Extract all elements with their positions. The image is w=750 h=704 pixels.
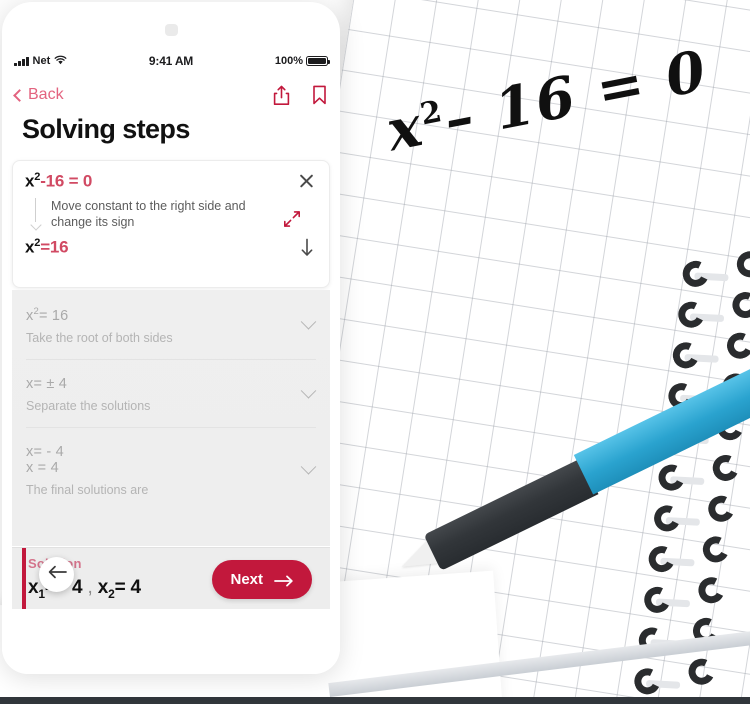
step-equation: x2= 16 — [26, 306, 69, 324]
share-icon[interactable] — [273, 85, 290, 106]
step-equation: x= ± 4 — [26, 375, 68, 392]
bookmark-icon[interactable] — [312, 85, 327, 105]
phone-bottom-area — [2, 609, 340, 674]
expand-diagonal-icon[interactable] — [283, 210, 301, 228]
chevron-left-icon — [13, 88, 26, 102]
next-button[interactable]: Next — [212, 560, 312, 599]
step-description: The final solutions are — [26, 482, 149, 497]
back-button[interactable]: Back — [13, 86, 64, 104]
status-bar: Net 9:41 AM 100% — [2, 50, 340, 72]
page-title: Solving steps — [22, 114, 190, 144]
step-description: Separate the solutions — [26, 398, 151, 413]
active-step-equation-to: x2=16 — [25, 236, 69, 257]
spiral-ring — [674, 298, 708, 332]
spiral-ring — [699, 532, 733, 566]
active-step-equation-from: x2-16 = 0 — [25, 171, 93, 191]
arrow-right-icon — [274, 574, 294, 586]
status-bar-time: 9:41 AM — [148, 54, 194, 68]
battery-icon — [306, 55, 331, 67]
next-button-label: Next — [230, 571, 263, 588]
list-item[interactable]: x2= 16 Take the root of both sides — [26, 290, 317, 359]
navigation-bar: Back — [2, 80, 340, 110]
wifi-icon — [54, 55, 67, 68]
step-description: Take the root of both sides — [26, 330, 173, 345]
spiral-ring — [630, 664, 664, 698]
active-step-card: x2-16 = 0 Move constant to the right sid… — [12, 160, 330, 288]
carrier-label: Net — [32, 55, 51, 67]
spiral-ring — [694, 573, 728, 607]
close-icon[interactable] — [298, 172, 315, 189]
spiral-ring — [679, 257, 713, 291]
spiral-ring — [669, 338, 703, 372]
floating-back-button[interactable] — [39, 557, 74, 592]
back-button-label: Back — [28, 86, 64, 103]
step-connector-arrow-icon — [31, 197, 41, 231]
front-camera-icon — [165, 24, 178, 36]
spiral-ring — [645, 542, 679, 576]
arrow-down-icon[interactable] — [299, 238, 315, 256]
active-step-hint: Move constant to the right side and chan… — [51, 198, 246, 230]
step-equation-second-line: x = 4 — [26, 459, 59, 476]
arrow-left-icon — [47, 565, 67, 584]
spiral-ring — [650, 501, 684, 535]
step-list: x2= 16 Take the root of both sides x= ± … — [12, 290, 330, 546]
spiral-ring — [640, 583, 674, 617]
list-item[interactable]: x= - 4 x = 4 The final solutions are — [26, 426, 317, 511]
solution-accent-bar — [22, 548, 26, 610]
desk-edge — [0, 697, 750, 704]
list-item[interactable]: x= ± 4 Separate the solutions — [26, 358, 317, 427]
spiral-ring — [723, 329, 750, 363]
signal-bars-icon — [14, 56, 29, 66]
scene: x2– 16 = 0 Net 9:41 AM 100% Back Solving… — [0, 0, 750, 704]
spiral-ring — [685, 655, 719, 689]
step-equation: x= - 4 — [26, 443, 64, 460]
spiral-ring — [704, 492, 738, 526]
battery-percent-label: 100% — [274, 55, 304, 67]
spiral-ring — [728, 288, 750, 322]
spiral-ring — [709, 451, 743, 485]
